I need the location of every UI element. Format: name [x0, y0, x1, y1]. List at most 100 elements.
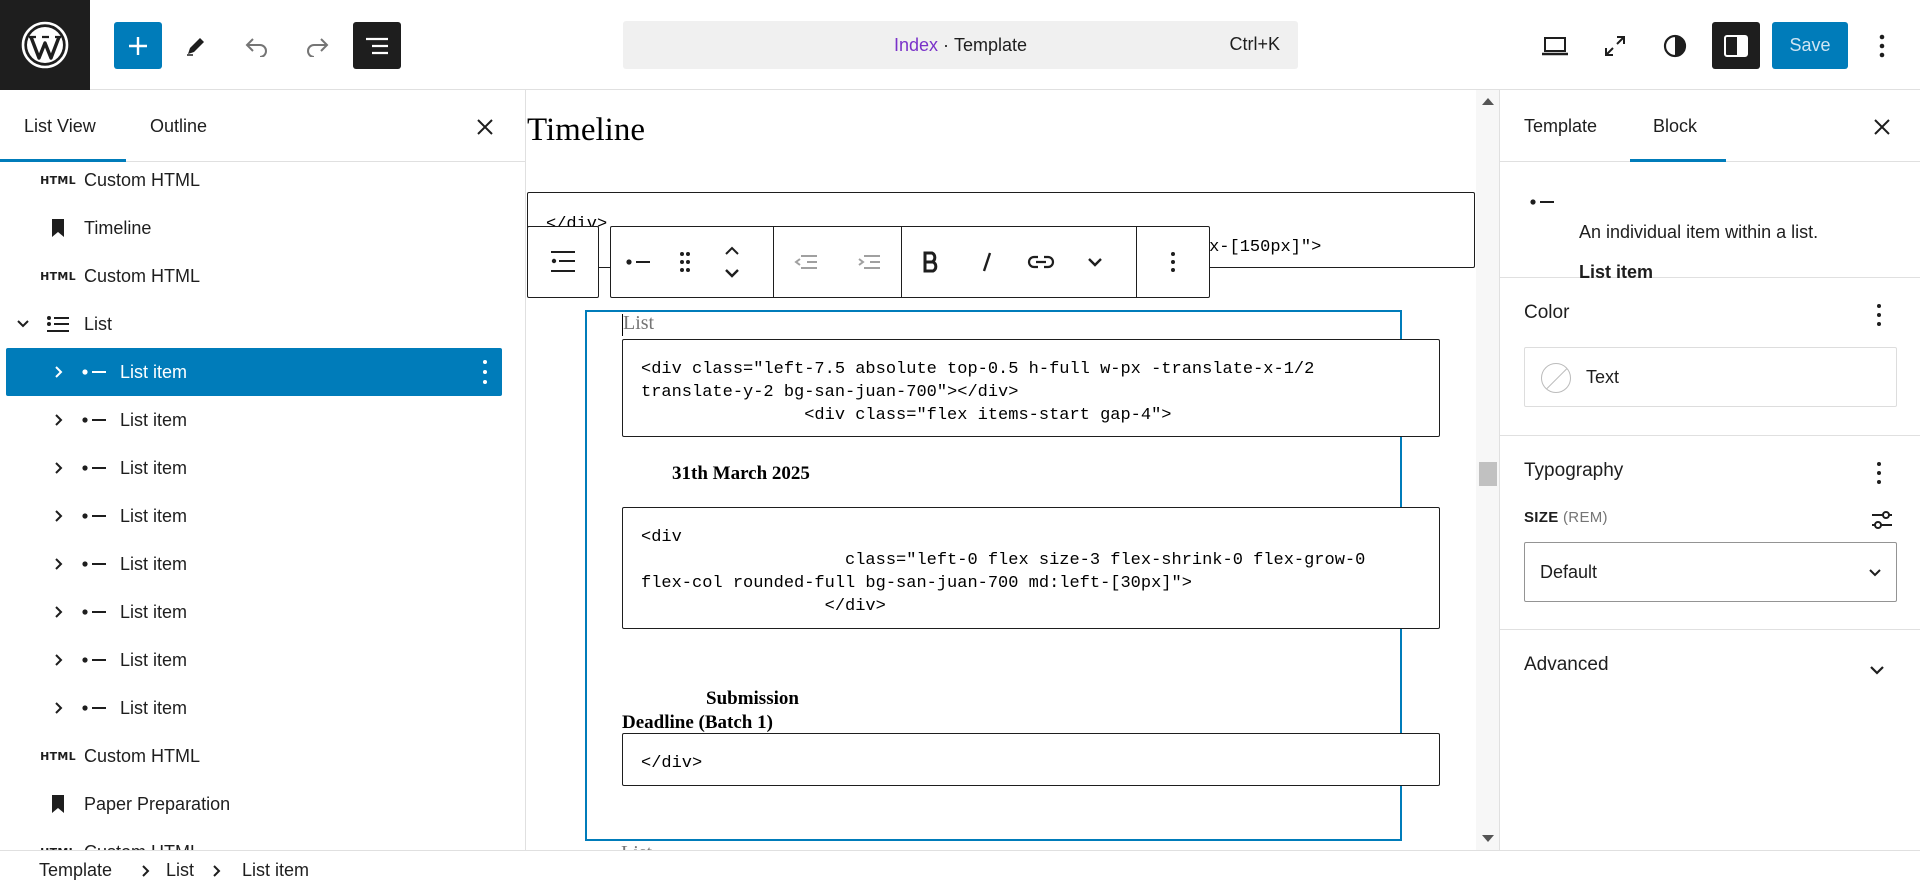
redo-button[interactable] [293, 22, 341, 69]
html-icon: HTML [40, 840, 76, 851]
tree-item-custom-html[interactable]: HTML Custom HTML [6, 732, 502, 780]
tools-button[interactable] [172, 22, 220, 69]
more-vertical-icon[interactable] [1876, 304, 1882, 326]
close-settings-button[interactable] [1867, 112, 1897, 142]
command-shortcut: Ctrl+K [1229, 34, 1280, 54]
tree-item-label: Timeline [84, 217, 152, 238]
tree-item-list-item[interactable]: List item [6, 684, 502, 732]
scroll-down-icon[interactable] [1482, 835, 1494, 842]
list-item-icon [76, 408, 112, 432]
undo-button[interactable] [233, 22, 281, 69]
more-vertical-icon[interactable] [1876, 462, 1882, 484]
custom-html-code[interactable]: <div class="left-7.5 absolute top-0.5 h-… [622, 339, 1440, 437]
sidebar-icon [1724, 34, 1748, 57]
tree-item-timeline[interactable]: Timeline [6, 204, 502, 252]
settings-sidebar-button[interactable] [1712, 22, 1760, 69]
timeline-heading[interactable]: Timeline [527, 112, 645, 149]
timeline-date[interactable]: 31th March 2025 [672, 463, 810, 485]
drag-handle-icon[interactable] [665, 227, 705, 297]
tab-outline[interactable]: Outline [150, 90, 207, 162]
styles-button[interactable] [1651, 22, 1699, 69]
close-list-view-button[interactable] [470, 112, 500, 142]
chevron-right-icon[interactable] [49, 698, 69, 718]
bold-icon[interactable] [902, 227, 960, 297]
chevron-right-icon[interactable] [49, 506, 69, 526]
tree-item-custom-html[interactable]: HTML Custom HTML [6, 156, 502, 204]
list-item-icon [76, 504, 112, 528]
move-up-down-icon[interactable] [705, 227, 759, 297]
settings-sidebar: Template Block List item An individual i… [1499, 90, 1920, 850]
typography-panel: Typography SIZE (REM) Default [1500, 436, 1920, 630]
tree-item-list[interactable]: List [6, 300, 502, 348]
save-button[interactable]: Save [1772, 22, 1848, 69]
bookmark-icon [40, 216, 76, 240]
italic-icon[interactable] [960, 227, 1014, 297]
scroll-up-icon[interactable] [1482, 98, 1494, 105]
tab-list-view[interactable]: List View [24, 90, 96, 162]
chevron-down-icon[interactable] [1068, 227, 1122, 297]
more-vertical-icon[interactable] [482, 360, 488, 384]
tree-item-custom-html[interactable]: HTML Custom HTML [6, 252, 502, 300]
text-color-button[interactable]: Text [1524, 347, 1897, 407]
device-preview-button[interactable] [1531, 22, 1579, 69]
tree-item-list-item[interactable]: List item [6, 636, 502, 684]
chevron-right-icon[interactable] [49, 362, 69, 382]
breadcrumb-list[interactable]: List [166, 860, 194, 881]
more-vertical-icon[interactable] [1137, 227, 1209, 297]
no-color-swatch-icon [1541, 363, 1571, 393]
options-button[interactable] [1858, 22, 1906, 69]
tree-item-list-item[interactable]: List item [6, 540, 502, 588]
tree-item-list-item[interactable]: List item [6, 492, 502, 540]
tree-item-label: List item [120, 649, 188, 670]
document-overview-icon [366, 37, 388, 54]
tree-item-label: Custom HTML [84, 842, 200, 851]
tree-item-list-item[interactable]: List item [6, 396, 502, 444]
submission-title-line1[interactable]: Submission [706, 688, 799, 710]
tab-template[interactable]: Template [1524, 90, 1597, 162]
submission-title-line2[interactable]: Deadline (Batch 1) [622, 712, 773, 734]
tree-item-paper-preparation[interactable]: Paper Preparation [6, 780, 502, 828]
advanced-panel[interactable]: Advanced [1500, 630, 1920, 704]
tree-item-list-item[interactable]: List item [6, 444, 502, 492]
tree-item-label: List item [120, 697, 188, 718]
indent-icon[interactable] [838, 227, 902, 297]
tree-item-list-item-selected[interactable]: List item [6, 348, 502, 396]
chevron-right-icon[interactable] [49, 602, 69, 622]
list-item-icon [76, 648, 112, 672]
fullscreen-button[interactable] [1591, 22, 1639, 69]
chevron-right-icon[interactable] [49, 410, 69, 430]
selected-list-item-block[interactable]: List <div class="left-7.5 absolute top-0… [585, 310, 1440, 841]
list-item-icon[interactable] [611, 227, 665, 297]
color-panel-title: Color [1524, 302, 1570, 323]
list-item-icon [76, 696, 112, 720]
command-palette-button[interactable]: Index · Template Ctrl+K [623, 21, 1298, 69]
outdent-icon[interactable] [774, 227, 838, 297]
list-icon [40, 312, 76, 336]
tree-item-label: List item [120, 457, 188, 478]
chevron-right-icon[interactable] [49, 458, 69, 478]
format-group [902, 227, 1137, 297]
wordpress-logo-icon[interactable] [0, 0, 90, 90]
link-icon[interactable] [1014, 227, 1068, 297]
breadcrumb-template[interactable]: Template [39, 860, 112, 881]
custom-html-code[interactable]: </div> [622, 733, 1440, 786]
canvas-scrollbar[interactable] [1476, 90, 1499, 850]
color-panel: Color Text [1500, 278, 1920, 436]
tree-item-custom-html[interactable]: HTML Custom HTML [6, 828, 502, 851]
chevron-right-icon[interactable] [49, 554, 69, 574]
custom-html-code[interactable]: <div class="left-0 flex size-3 flex-shri… [622, 507, 1440, 629]
document-overview-button[interactable] [353, 22, 401, 69]
scroll-thumb[interactable] [1479, 462, 1497, 486]
select-parent-button[interactable] [527, 226, 599, 298]
tab-block[interactable]: Block [1653, 90, 1697, 162]
chevron-right-icon[interactable] [49, 650, 69, 670]
font-size-select[interactable]: Default [1524, 542, 1897, 602]
font-size-value: Default [1540, 562, 1598, 582]
tree-item-list-item[interactable]: List item [6, 588, 502, 636]
add-block-button[interactable] [114, 22, 162, 69]
settings-sliders-icon[interactable] [1870, 510, 1894, 535]
list-item-icon [76, 360, 112, 384]
chevron-down-icon[interactable] [13, 314, 33, 334]
tree-item-label: List item [120, 409, 188, 430]
fullscreen-icon [1605, 35, 1625, 56]
